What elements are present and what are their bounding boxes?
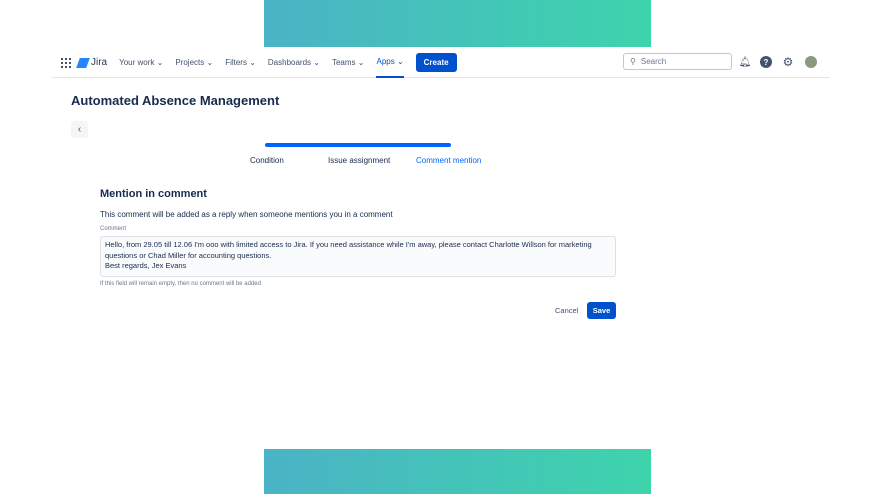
create-button[interactable]: Create bbox=[415, 53, 457, 72]
comment-textarea[interactable]: Hello, from 29.05 till 12.06 I'm ooo wit… bbox=[100, 236, 616, 277]
section-heading: Mention in comment bbox=[100, 188, 207, 200]
nav-apps[interactable]: Apps ⌄ bbox=[376, 48, 404, 78]
help-icon[interactable]: ? bbox=[760, 56, 772, 68]
nav-dashboards[interactable]: Dashboards ⌄ bbox=[268, 48, 320, 78]
avatar[interactable] bbox=[805, 56, 817, 68]
settings-icon[interactable]: ⚙ bbox=[782, 55, 794, 69]
top-banner bbox=[264, 0, 651, 47]
section-description: This comment will be added as a reply wh… bbox=[100, 210, 393, 219]
save-button[interactable]: Save bbox=[587, 302, 616, 319]
nav-projects[interactable]: Projects ⌄ bbox=[175, 48, 213, 78]
search-placeholder: Search bbox=[640, 57, 667, 66]
logo-text: Jira bbox=[91, 57, 108, 68]
step-comment-mention[interactable]: Comment mention bbox=[416, 156, 481, 165]
progress-bar bbox=[265, 143, 451, 147]
cancel-button[interactable]: Cancel bbox=[550, 302, 583, 319]
back-button[interactable]: ‹ bbox=[71, 121, 88, 138]
search-input[interactable]: ⚲ Search bbox=[623, 53, 732, 70]
jira-logo[interactable]: Jira bbox=[76, 57, 108, 68]
page-title: Automated Absence Management bbox=[71, 93, 280, 108]
step-condition[interactable]: Condition bbox=[250, 156, 284, 165]
nav-your-work[interactable]: Your work ⌄ bbox=[119, 48, 163, 78]
app-switcher-icon[interactable] bbox=[61, 57, 71, 68]
notifications-icon[interactable]: 🔔︎ bbox=[739, 56, 752, 68]
jira-icon bbox=[76, 57, 90, 68]
top-nav: Jira Your work ⌄ Projects ⌄ Filters ⌄ Da… bbox=[52, 48, 830, 78]
nav-teams[interactable]: Teams ⌄ bbox=[332, 48, 365, 78]
search-icon: ⚲ bbox=[630, 57, 636, 66]
bottom-banner bbox=[264, 449, 651, 494]
comment-hint: If this field will remain empty, then no… bbox=[100, 281, 261, 287]
nav-filters[interactable]: Filters ⌄ bbox=[225, 48, 256, 78]
comment-label: Comment bbox=[100, 226, 127, 232]
step-issue-assignment[interactable]: Issue assignment bbox=[328, 156, 390, 165]
